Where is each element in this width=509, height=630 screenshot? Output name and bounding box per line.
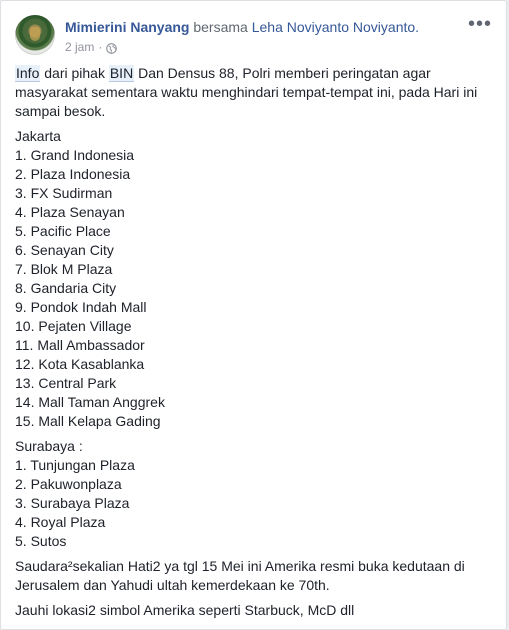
- post-body: Info dari pihak BIN Dan Densus 88, Polri…: [15, 64, 495, 626]
- post-header: Mimierini Nanyang bersama Leha Noviyanto…: [15, 14, 494, 57]
- hashtag-info[interactable]: Info: [15, 65, 41, 82]
- with-text: bersama: [193, 19, 248, 35]
- hashtag-bin[interactable]: BIN: [108, 65, 135, 82]
- list-item: 14. Mall Taman Anggrek: [15, 394, 165, 410]
- meta-separator: ·: [98, 40, 103, 54]
- author-name[interactable]: Mimierini Nanyang: [65, 19, 189, 35]
- warning-paragraph: Saudara²sekalian Hati2 ya tgl 15 Mei ini…: [15, 558, 465, 593]
- list-item: 13. Central Park: [15, 375, 117, 391]
- list-item: 3. FX Sudirman: [15, 185, 113, 201]
- post-meta: 2 jam ·: [65, 39, 118, 55]
- list-item: 6. Senayan City: [15, 242, 114, 258]
- list-item: 4. Plaza Senayan: [15, 204, 125, 220]
- globe-icon[interactable]: [106, 42, 118, 54]
- list-item: 2. Plaza Indonesia: [15, 166, 131, 182]
- list-item: 15. Mall Kelapa Gading: [15, 413, 161, 429]
- list-item: 3. Surabaya Plaza: [15, 495, 130, 511]
- list-item: 4. Royal Plaza: [15, 514, 106, 530]
- more-options-icon[interactable]: •••: [468, 14, 492, 34]
- list-item: 1. Grand Indonesia: [15, 147, 135, 163]
- list-item: 10. Pejaten Village: [15, 318, 132, 334]
- tagged-user[interactable]: Leha Noviyanto Noviyanto.: [252, 19, 419, 35]
- list-item: 2. Pakuwonplaza: [15, 476, 122, 492]
- post-timestamp[interactable]: 2 jam: [65, 39, 94, 55]
- list-item: 9. Pondok Indah Mall: [15, 299, 147, 315]
- surabaya-title: Surabaya :: [15, 438, 83, 454]
- list-item: 7. Blok M Plaza: [15, 261, 113, 277]
- jakarta-list: Jakarta 1. Grand Indonesia 2. Plaza Indo…: [15, 127, 495, 431]
- list-item: 12. Kota Kasablanka: [15, 356, 145, 372]
- list-item: 5. Sutos: [15, 533, 67, 549]
- author-avatar[interactable]: [15, 15, 55, 55]
- intro-text-1: dari pihak: [40, 65, 109, 81]
- surabaya-list: Surabaya : 1. Tunjungan Plaza 2. Pakuwon…: [15, 437, 495, 551]
- list-item: 5. Pacific Place: [15, 223, 111, 239]
- jakarta-title: Jakarta: [15, 128, 61, 144]
- intro-paragraph: Info dari pihak BIN Dan Densus 88, Polri…: [15, 64, 495, 121]
- list-item: 11. Mall Ambassador: [15, 337, 145, 353]
- advice-paragraph: Jauhi lokasi2 simbol Amerika seperti Sta…: [15, 602, 355, 618]
- list-item: 8. Gandaria City: [15, 280, 117, 296]
- post-byline: Mimierini Nanyang bersama Leha Noviyanto…: [65, 18, 419, 36]
- list-item: 1. Tunjungan Plaza: [15, 457, 135, 473]
- post-card: Mimierini Nanyang bersama Leha Noviyanto…: [0, 0, 507, 630]
